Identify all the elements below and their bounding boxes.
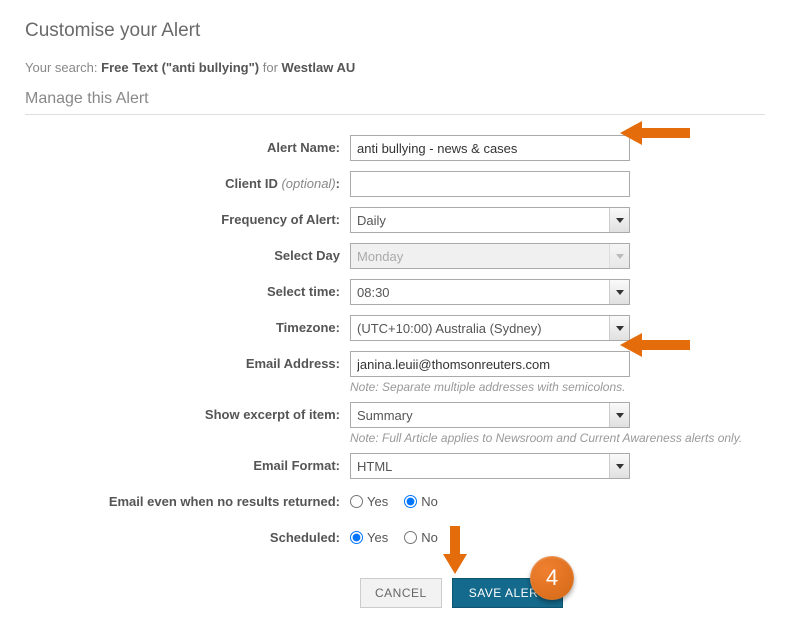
- no-results-yes[interactable]: Yes: [350, 494, 388, 509]
- chevron-down-icon: [609, 280, 629, 304]
- chevron-down-icon: [609, 403, 629, 427]
- no-results-yes-radio[interactable]: [350, 495, 363, 508]
- select-day-label: Select Day: [25, 243, 350, 263]
- frequency-label: Frequency of Alert:: [25, 207, 350, 227]
- step-badge: 4: [530, 556, 574, 600]
- timezone-select[interactable]: (UTC+10:00) Australia (Sydney): [350, 315, 630, 341]
- no-results-no-radio[interactable]: [404, 495, 417, 508]
- client-id-input[interactable]: [350, 171, 630, 197]
- search-for: for: [259, 60, 281, 75]
- excerpt-label: Show excerpt of item:: [25, 402, 350, 422]
- arrow-left-icon: [620, 119, 690, 147]
- page-title: Customise your Alert: [25, 20, 765, 42]
- select-time-select[interactable]: 08:30: [350, 279, 630, 305]
- scheduled-yes-radio[interactable]: [350, 531, 363, 544]
- chevron-down-icon: [609, 454, 629, 478]
- excerpt-note: Note: Full Article applies to Newsroom a…: [350, 431, 765, 445]
- chevron-down-icon: [609, 208, 629, 232]
- select-day-select: Monday: [350, 243, 630, 269]
- timezone-label: Timezone:: [25, 315, 350, 335]
- no-results-no[interactable]: No: [404, 494, 438, 509]
- scheduled-no[interactable]: No: [404, 530, 438, 545]
- search-source: Westlaw AU: [282, 60, 356, 75]
- search-prefix: Your search:: [25, 60, 101, 75]
- email-input[interactable]: [350, 351, 630, 377]
- chevron-down-icon: [609, 244, 629, 268]
- client-id-label: Client ID (optional):: [25, 171, 350, 191]
- alert-name-input[interactable]: [350, 135, 630, 161]
- select-time-label: Select time:: [25, 279, 350, 299]
- search-query: Free Text ("anti bullying"): [101, 60, 259, 75]
- excerpt-select[interactable]: Summary: [350, 402, 630, 428]
- email-format-label: Email Format:: [25, 453, 350, 473]
- email-note: Note: Separate multiple addresses with s…: [350, 380, 765, 394]
- arrow-down-icon: [441, 526, 469, 574]
- search-summary: Your search: Free Text ("anti bullying")…: [25, 60, 765, 75]
- scheduled-label: Scheduled:: [25, 525, 350, 545]
- scheduled-yes[interactable]: Yes: [350, 530, 388, 545]
- arrow-left-icon: [620, 331, 690, 359]
- section-title: Manage this Alert: [25, 90, 765, 115]
- scheduled-no-radio[interactable]: [404, 531, 417, 544]
- frequency-select[interactable]: Daily: [350, 207, 630, 233]
- email-format-select[interactable]: HTML: [350, 453, 630, 479]
- alert-name-label: Alert Name:: [25, 135, 350, 155]
- no-results-label: Email even when no results returned:: [25, 489, 350, 509]
- email-label: Email Address:: [25, 351, 350, 371]
- cancel-button[interactable]: CANCEL: [360, 578, 442, 608]
